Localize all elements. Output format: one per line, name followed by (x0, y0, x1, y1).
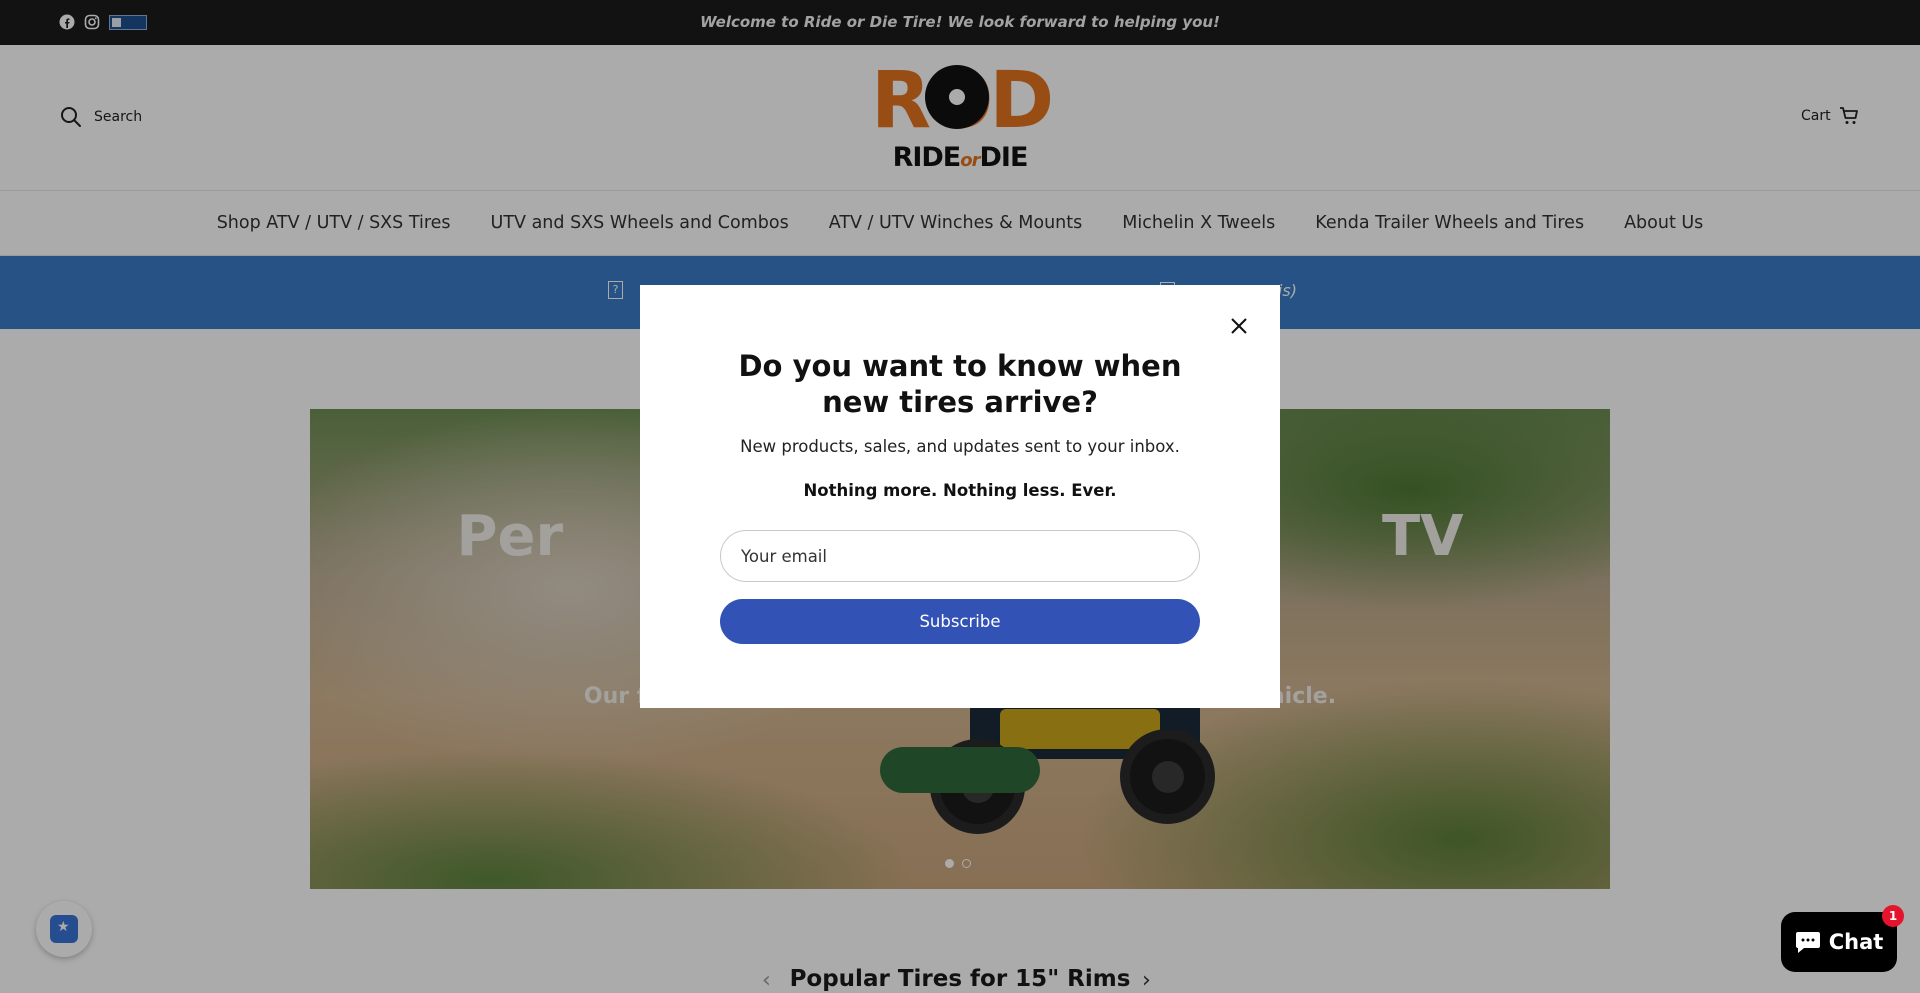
newsletter-modal: Do you want to know when new tires arriv… (640, 285, 1280, 708)
email-field[interactable] (720, 530, 1200, 582)
modal-tagline: Nothing more. Nothing less. Ever. (803, 481, 1117, 500)
chat-icon (1795, 932, 1820, 953)
subscribe-button[interactable]: Subscribe (720, 599, 1200, 644)
close-icon[interactable] (1228, 315, 1250, 337)
chat-button[interactable]: Chat 1 (1781, 905, 1904, 972)
chat-notification-badge: 1 (1882, 905, 1904, 927)
modal-heading: Do you want to know when new tires arriv… (738, 349, 1182, 419)
chat-label: Chat (1828, 930, 1884, 954)
modal-description: New products, sales, and updates sent to… (740, 437, 1180, 456)
